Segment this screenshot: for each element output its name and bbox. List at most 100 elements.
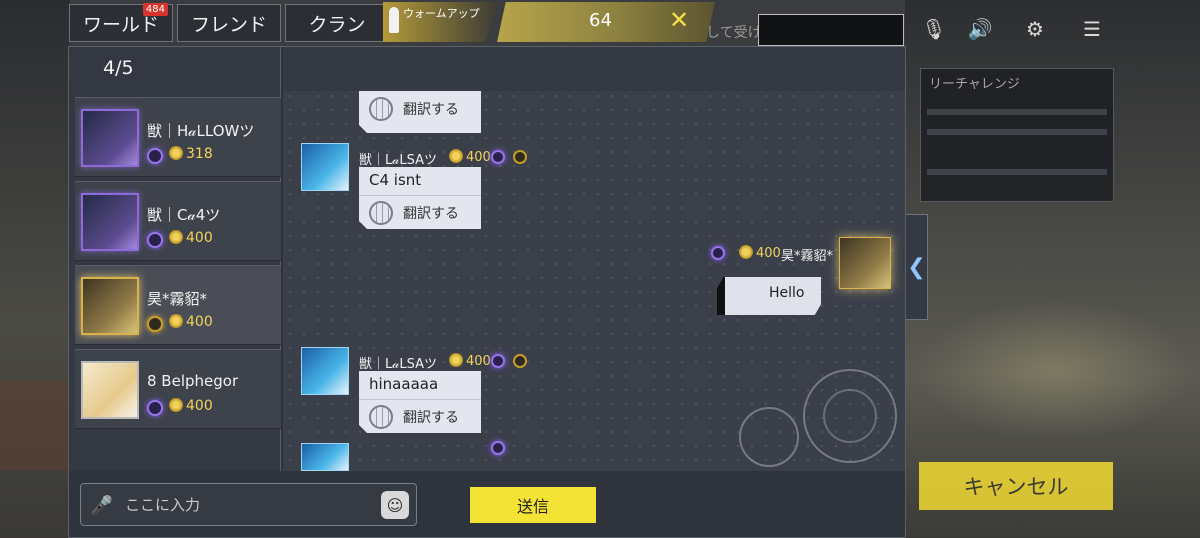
friend-list: 4/5 獣｜H𝒶LLOWツ 318 獣｜C𝒶4ツ 400 昊*霧貂* 400 8… — [69, 47, 281, 471]
friend-score: 318 — [169, 146, 213, 162]
cancel-button[interactable]: キャンセル — [919, 462, 1113, 510]
tab-clan-label: クラン — [308, 13, 366, 36]
rank-icon — [147, 148, 163, 164]
rank-icon — [491, 354, 505, 368]
chat-panel: 4/5 獣｜H𝒶LLOWツ 318 獣｜C𝒶4ツ 400 昊*霧貂* 400 8… — [68, 46, 906, 538]
rank-icon — [147, 316, 163, 332]
message-bubble: 翻訳する — [359, 91, 481, 133]
chat-header — [283, 47, 905, 91]
coin-icon — [169, 230, 183, 244]
score-bar: 64 ✕ — [497, 2, 715, 42]
friend-item[interactable]: 獣｜H𝒶LLOWツ 318 — [75, 97, 281, 177]
warmup-banner: ウォームアップ — [383, 2, 499, 42]
avatar — [81, 193, 139, 251]
sender-name: 獣｜L𝒶LSAツ — [359, 153, 438, 168]
translate-button[interactable]: 翻訳する — [359, 195, 481, 225]
member-count: 4/5 — [103, 57, 134, 79]
translate-button[interactable]: 翻訳する — [359, 399, 481, 429]
coin-icon — [169, 314, 183, 328]
score-value: 64 — [589, 10, 612, 31]
coin-icon — [169, 398, 183, 412]
message-bubble: C4 isnt 翻訳する — [359, 167, 481, 229]
sender-name: 獣｜L𝒶LSAツ — [359, 357, 438, 372]
friend-score: 400 — [169, 398, 213, 414]
rank-icon — [513, 150, 527, 164]
friend-name: 獣｜C𝒶4ツ — [147, 206, 221, 224]
avatar[interactable] — [301, 443, 349, 471]
warmup-label: ウォームアップ — [403, 7, 480, 20]
chat-messages[interactable]: 翻訳する 獣｜L𝒶LSAツ 400 C4 isnt 翻訳する 400 昊*霧貂*… — [283, 47, 905, 471]
message-text: Hello — [769, 285, 805, 301]
challenge-title: リーチャレンジ — [929, 77, 1020, 92]
coin-icon — [449, 353, 463, 367]
avatar — [81, 361, 139, 419]
settings-icon[interactable]: ⚙ — [1020, 14, 1050, 44]
rank-icon — [513, 354, 527, 368]
joystick-inner — [823, 389, 877, 443]
sender-score: 400 — [449, 353, 491, 369]
coin-icon — [169, 146, 183, 160]
challenge-row — [927, 169, 1107, 175]
rank-icon — [147, 400, 163, 416]
avatar[interactable] — [839, 237, 891, 289]
top-info-box — [758, 14, 904, 46]
avatar[interactable] — [301, 143, 349, 191]
rank-icon — [711, 246, 725, 260]
friend-item[interactable]: 8 Belphegor 400 — [75, 349, 281, 429]
tab-world[interactable]: ワールド 484 — [69, 3, 173, 42]
translate-label: 翻訳する — [403, 102, 459, 118]
joystick-overlay — [803, 369, 897, 463]
friend-name: 獣｜H𝒶LLOWツ — [147, 122, 255, 140]
friend-score: 400 — [169, 230, 213, 246]
menu-icon[interactable]: ☰ — [1077, 14, 1107, 44]
speaker-icon[interactable]: 🔊 — [965, 14, 995, 44]
rank-icon — [147, 232, 163, 248]
globe-icon — [369, 405, 393, 429]
challenge-panel: リーチャレンジ — [920, 68, 1114, 202]
friend-name: 昊*霧貂* — [147, 290, 208, 308]
translate-button[interactable]: 翻訳する — [369, 97, 459, 121]
game-background-detail — [0, 380, 70, 470]
chat-input-row: 🎤 ☺ — [80, 483, 417, 526]
friend-item[interactable]: 昊*霧貂* 400 — [75, 265, 281, 345]
coin-icon — [449, 149, 463, 163]
runner-icon — [389, 7, 399, 33]
avatar — [81, 109, 139, 167]
sender-name: 昊*霧貂* — [781, 249, 834, 264]
coin-icon — [739, 245, 753, 259]
message-text: hinaaaaa — [369, 375, 439, 393]
sender-score: 400 — [449, 149, 491, 165]
send-button[interactable]: 送信 — [470, 487, 596, 523]
avatar[interactable] — [301, 347, 349, 395]
microphone-icon[interactable]: 🎤 — [87, 490, 117, 520]
chat-tabs: ワールド 484 フレンド クラン — [69, 3, 389, 42]
close-icon[interactable]: ✕ — [669, 6, 689, 34]
microphone-muted-icon[interactable]: 🎙 — [919, 14, 949, 44]
chat-input[interactable] — [125, 490, 375, 520]
tab-friend[interactable]: フレンド — [177, 4, 281, 42]
background-text: して受け — [706, 25, 762, 41]
avatar — [81, 277, 139, 335]
rank-icon — [491, 150, 505, 164]
tab-friend-label: フレンド — [190, 13, 267, 36]
message-bubble: hinaaaaa 翻訳する — [359, 371, 481, 433]
friend-score: 400 — [169, 314, 213, 330]
globe-icon — [369, 201, 393, 225]
globe-icon — [369, 97, 393, 121]
smoke-effect — [915, 300, 1195, 440]
friend-name: 8 Belphegor — [147, 372, 239, 390]
emoji-icon[interactable]: ☺ — [381, 491, 409, 519]
unread-badge: 484 — [142, 3, 168, 16]
friend-item[interactable]: 獣｜C𝒶4ツ 400 — [75, 181, 281, 261]
rank-icon — [491, 441, 505, 455]
chevron-left-icon[interactable]: ❮ — [906, 214, 928, 320]
challenge-row — [927, 129, 1107, 135]
message-text: C4 isnt — [369, 171, 422, 189]
message-bubble: Hello — [717, 277, 821, 315]
tab-clan[interactable]: クラン — [285, 4, 389, 42]
translate-label: 翻訳する — [403, 410, 459, 426]
translate-label: 翻訳する — [403, 206, 459, 222]
challenge-row — [927, 109, 1107, 115]
joystick-overlay — [739, 407, 799, 467]
sender-score: 400 — [739, 245, 781, 261]
